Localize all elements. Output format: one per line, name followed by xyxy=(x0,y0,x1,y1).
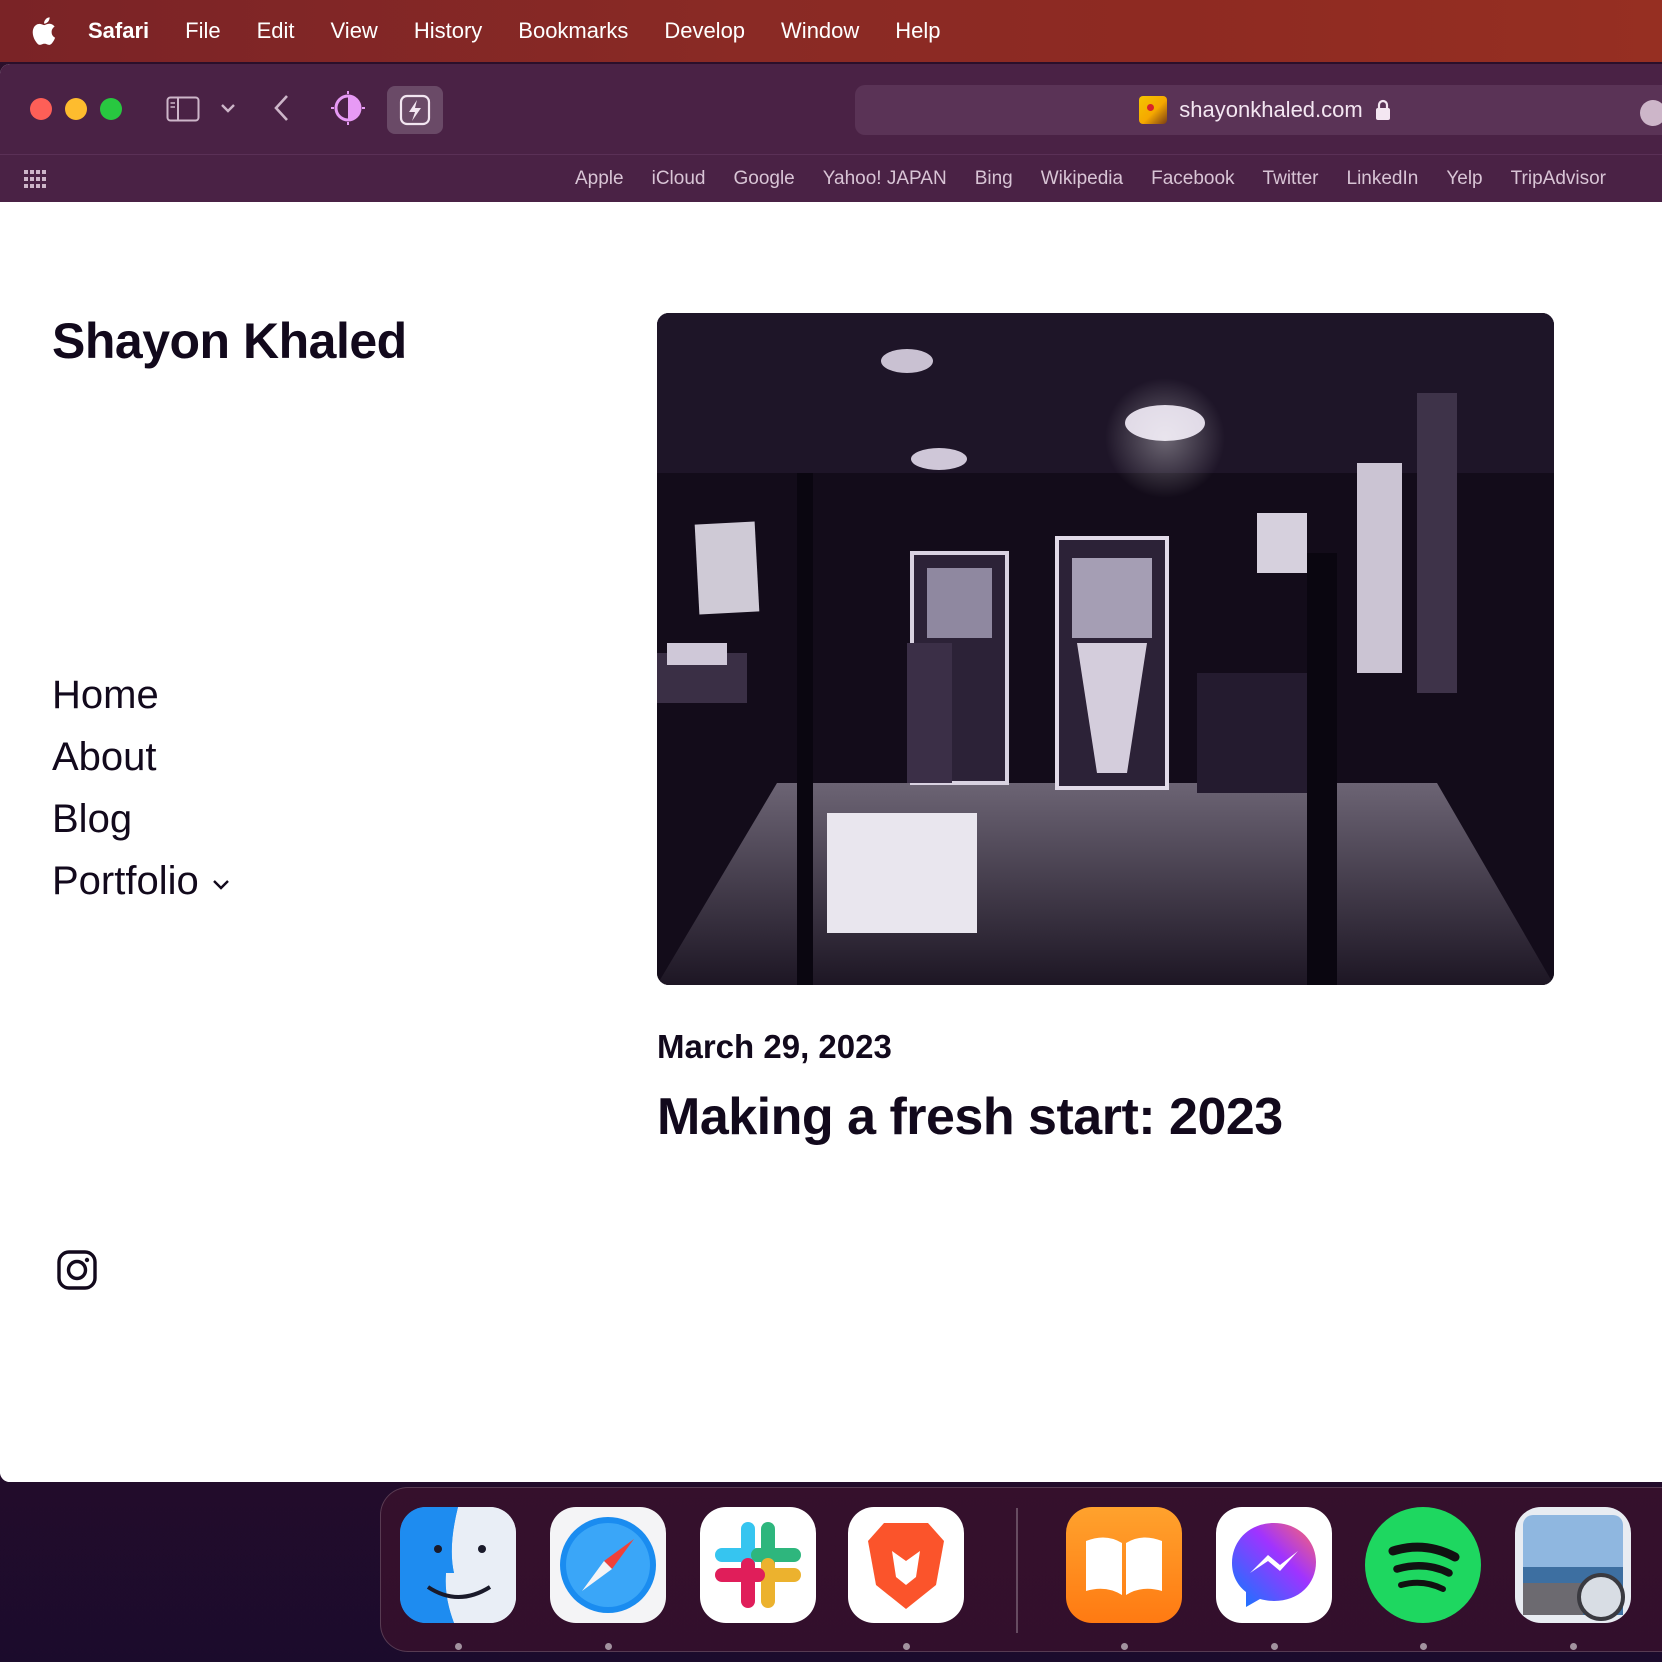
books-running-indicator xyxy=(1121,1643,1128,1650)
favorites-bar: Apple iCloud Google Yahoo! JAPAN Bing Wi… xyxy=(0,154,1662,202)
favorite-facebook[interactable]: Facebook xyxy=(1151,168,1234,190)
menu-view[interactable]: View xyxy=(331,18,378,44)
address-bar[interactable]: shayonkhaled.com xyxy=(855,85,1662,135)
safari-icon[interactable] xyxy=(550,1507,666,1623)
lock-icon xyxy=(1375,99,1390,120)
chevron-down-icon[interactable] xyxy=(211,878,231,892)
menu-file[interactable]: File xyxy=(185,18,220,44)
chevron-down-icon[interactable] xyxy=(220,102,236,114)
spotify-icon[interactable] xyxy=(1365,1507,1481,1623)
safari-running-indicator xyxy=(605,1643,612,1650)
favorite-yahoo-japan[interactable]: Yahoo! JAPAN xyxy=(823,168,947,190)
url-text: shayonkhaled.com xyxy=(1179,97,1363,122)
nav-portfolio-label: Portfolio xyxy=(52,858,199,903)
instagram-icon[interactable] xyxy=(56,1249,98,1291)
favorite-linkedin[interactable]: LinkedIn xyxy=(1347,168,1419,190)
favorite-icloud[interactable]: iCloud xyxy=(652,168,706,190)
back-icon[interactable] xyxy=(272,93,290,123)
nav-portfolio[interactable]: Portfolio xyxy=(52,850,231,912)
minimize-window-button[interactable] xyxy=(65,98,87,120)
site-favicon-icon xyxy=(1139,96,1168,124)
web-page-content: Shayon Khaled Home About Blog Portfolio xyxy=(0,202,1662,1482)
browser-toolbar: shayonkhaled.com xyxy=(0,64,1662,154)
spotify-running-indicator xyxy=(1420,1643,1427,1650)
dark-reader-extension-icon[interactable] xyxy=(330,90,366,126)
close-window-button[interactable] xyxy=(30,98,52,120)
brave-running-indicator xyxy=(903,1643,910,1650)
menu-bar: Safari File Edit View History Bookmarks … xyxy=(0,0,1662,62)
finder-icon[interactable] xyxy=(400,1507,516,1623)
nav-blog[interactable]: Blog xyxy=(52,788,231,850)
sidebar-toggle-icon[interactable] xyxy=(166,96,200,122)
favorite-google[interactable]: Google xyxy=(733,168,794,190)
favorite-apple[interactable]: Apple xyxy=(575,168,624,190)
favorite-twitter[interactable]: Twitter xyxy=(1263,168,1319,190)
zoom-window-button[interactable] xyxy=(100,98,122,120)
nav-home[interactable]: Home xyxy=(52,664,231,726)
menu-window[interactable]: Window xyxy=(781,18,859,44)
favorite-bing[interactable]: Bing xyxy=(975,168,1013,190)
menu-help[interactable]: Help xyxy=(895,18,940,44)
post-featured-image[interactable] xyxy=(657,313,1554,985)
books-icon[interactable] xyxy=(1066,1507,1182,1623)
menu-edit[interactable]: Edit xyxy=(257,18,295,44)
favorite-yelp[interactable]: Yelp xyxy=(1446,168,1482,190)
apps-grid-icon[interactable] xyxy=(23,168,47,190)
post-date: March 29, 2023 xyxy=(657,1028,892,1065)
brave-browser-icon[interactable] xyxy=(848,1507,964,1623)
arcade-photo xyxy=(657,313,1554,985)
finder-running-indicator xyxy=(455,1643,462,1650)
dock-separator xyxy=(1016,1508,1018,1633)
more-options-icon[interactable] xyxy=(1640,100,1662,126)
menu-history[interactable]: History xyxy=(414,18,482,44)
messenger-running-indicator xyxy=(1271,1643,1278,1650)
site-navigation: Home About Blog Portfolio xyxy=(52,664,231,912)
menu-develop[interactable]: Develop xyxy=(664,18,745,44)
preview-running-indicator xyxy=(1570,1643,1577,1650)
favorites-links: Apple iCloud Google Yahoo! JAPAN Bing Wi… xyxy=(575,155,1634,203)
favorite-wikipedia[interactable]: Wikipedia xyxy=(1041,168,1123,190)
apple-logo-icon[interactable] xyxy=(30,16,56,46)
slack-icon[interactable] xyxy=(700,1507,816,1623)
post-title[interactable]: Making a fresh start: 2023 xyxy=(657,1087,1283,1147)
preview-icon[interactable] xyxy=(1515,1507,1631,1623)
menu-safari[interactable]: Safari xyxy=(88,18,149,44)
safari-window: shayonkhaled.com Apple iCloud Google Yah… xyxy=(0,64,1662,1482)
messenger-icon[interactable] xyxy=(1216,1507,1332,1623)
window-controls xyxy=(30,98,135,120)
menu-bookmarks[interactable]: Bookmarks xyxy=(518,18,628,44)
nav-about[interactable]: About xyxy=(52,726,231,788)
extension-lightning-icon[interactable] xyxy=(387,86,443,134)
favorite-tripadvisor[interactable]: TripAdvisor xyxy=(1511,168,1606,190)
site-title[interactable]: Shayon Khaled xyxy=(52,312,407,370)
